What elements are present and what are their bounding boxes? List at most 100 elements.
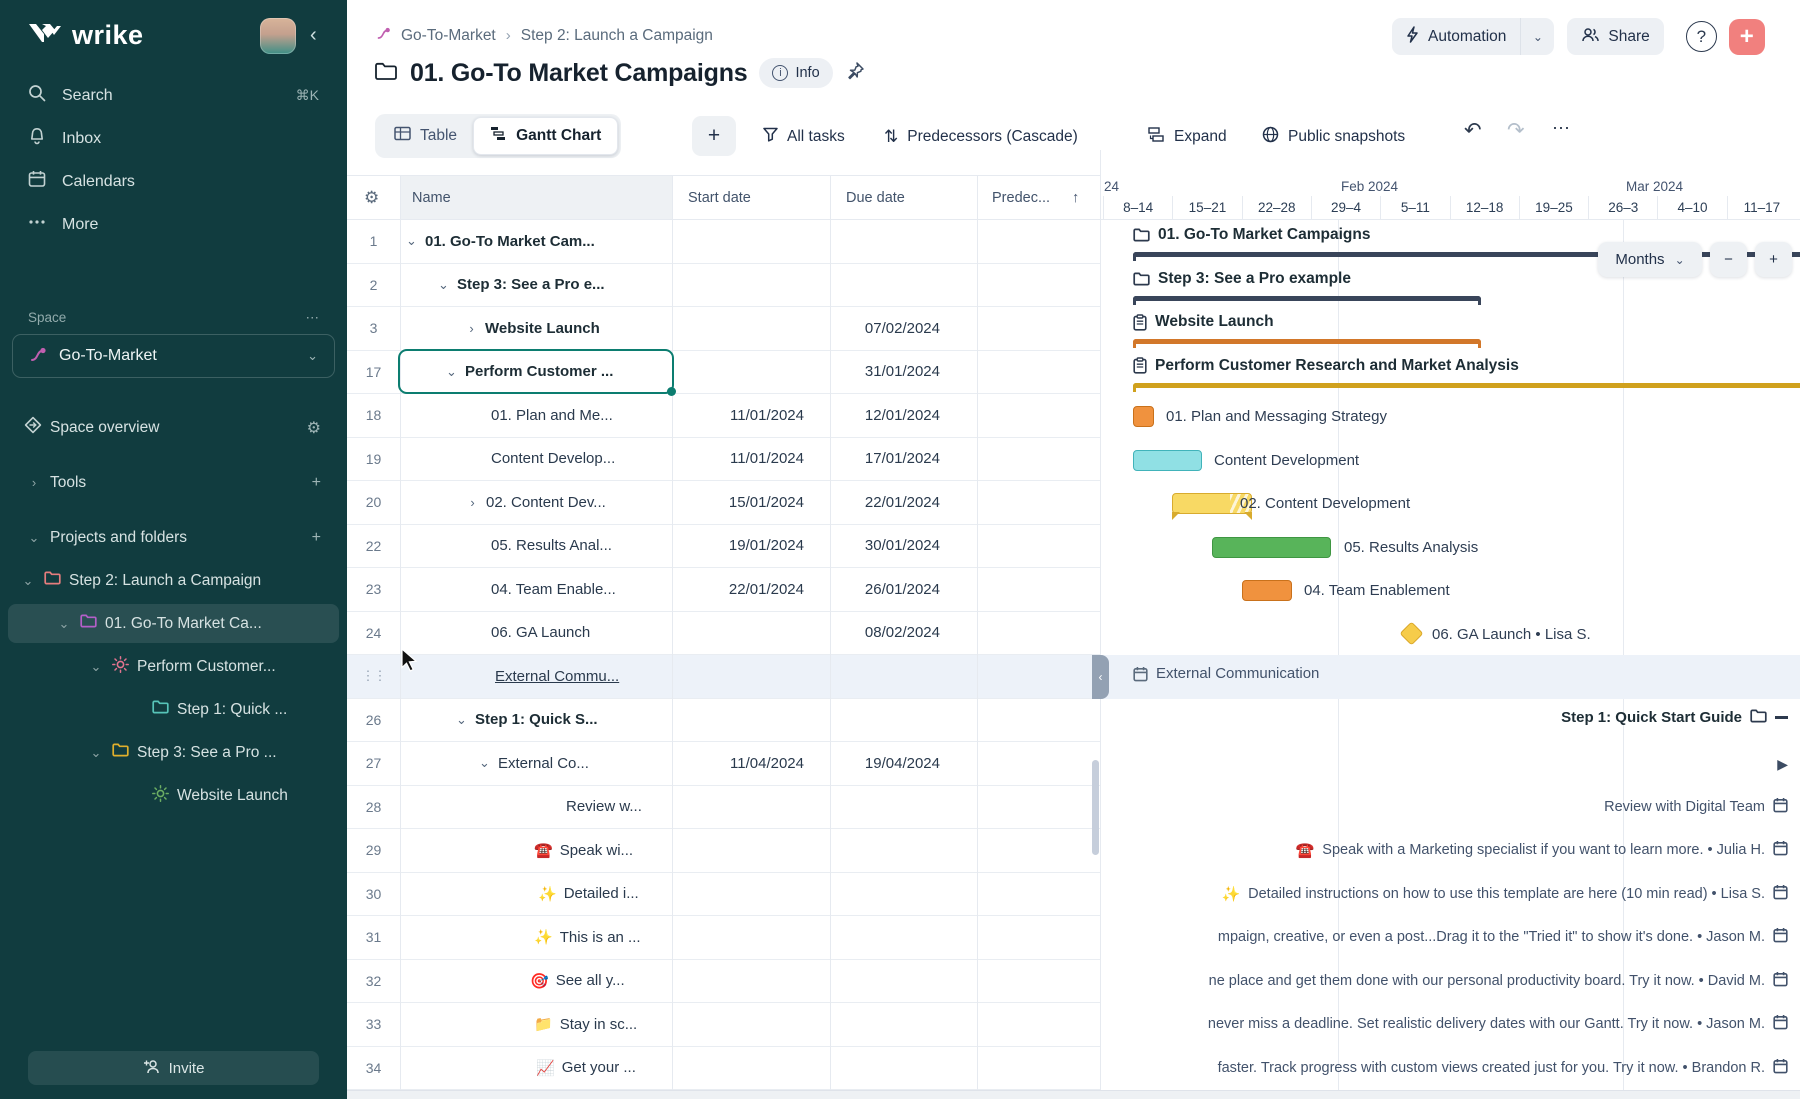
- table-row[interactable]: ⋮⋮External Commu...: [347, 655, 1100, 699]
- due-date-cell[interactable]: [830, 829, 977, 872]
- due-date-cell[interactable]: 30/01/2024: [830, 525, 977, 568]
- sidebar-collapse-icon[interactable]: ‹: [310, 24, 317, 47]
- tab-table[interactable]: Table: [378, 117, 473, 155]
- sidebar-item-step-1-quick[interactable]: Step 1: Quick ...: [0, 688, 347, 731]
- sidebar-item-search[interactable]: Search⌘K: [0, 74, 347, 117]
- breadcrumb-project[interactable]: Step 2: Launch a Campaign: [521, 27, 713, 45]
- zoom-out-button[interactable]: −: [1710, 242, 1747, 277]
- table-row[interactable]: 31✨This is an ...: [347, 916, 1100, 960]
- due-date-cell[interactable]: [830, 220, 977, 263]
- task-name-cell[interactable]: Review w...: [400, 786, 672, 829]
- table-row[interactable]: 28Review w...: [347, 786, 1100, 830]
- task-name-cell[interactable]: 🎯See all y...: [400, 960, 672, 1003]
- table-row[interactable]: 20›02. Content Dev...15/01/202422/01/202…: [347, 481, 1100, 525]
- offscreen-bar-indicator[interactable]: ▶: [1777, 756, 1788, 773]
- gantt-task-bar[interactable]: [1133, 406, 1154, 427]
- start-date-cell[interactable]: [672, 916, 830, 959]
- table-row[interactable]: 32🎯See all y...: [347, 960, 1100, 1004]
- expand-button[interactable]: Expand: [1148, 124, 1227, 150]
- task-name-cell[interactable]: 01. Plan and Me...: [400, 394, 672, 437]
- table-row[interactable]: 34📈Get your ...: [347, 1047, 1100, 1091]
- filter-button[interactable]: All tasks: [763, 124, 845, 150]
- task-name-cell[interactable]: ›02. Content Dev...: [400, 481, 672, 524]
- table-row[interactable]: 1801. Plan and Me...11/01/202412/01/2024: [347, 394, 1100, 438]
- drag-handle-icon[interactable]: ⋮⋮: [347, 655, 400, 698]
- task-name-cell[interactable]: ›Website Launch: [400, 307, 672, 350]
- grid-settings-icon[interactable]: ⚙: [364, 176, 379, 219]
- table-row[interactable]: 2406. GA Launch08/02/2024: [347, 612, 1100, 656]
- start-date-cell[interactable]: [672, 1047, 830, 1090]
- panel-splitter[interactable]: ‹: [1092, 655, 1109, 699]
- due-date-cell[interactable]: 08/02/2024: [830, 612, 977, 655]
- sidebar-item-step-2-launch-a-campaign[interactable]: ⌄Step 2: Launch a Campaign: [0, 559, 347, 602]
- undo-button[interactable]: ↶: [1464, 118, 1482, 143]
- due-date-cell[interactable]: 17/01/2024: [830, 438, 977, 481]
- info-button[interactable]: iInfo: [759, 58, 832, 88]
- chevron-down-icon[interactable]: ⌄: [405, 233, 418, 249]
- task-name-cell[interactable]: 05. Results Anal...: [400, 525, 672, 568]
- chevron-right-icon[interactable]: ›: [465, 321, 478, 336]
- gantt-milestone[interactable]: [1399, 621, 1423, 645]
- sort-direction-icon[interactable]: ↑: [1072, 176, 1079, 219]
- table-scrollbar[interactable]: [1092, 760, 1099, 855]
- start-date-cell[interactable]: 11/01/2024: [672, 394, 830, 437]
- create-button[interactable]: +: [1729, 19, 1765, 55]
- start-date-cell[interactable]: [672, 307, 830, 350]
- sidebar-item-space-overview[interactable]: Space overview⚙: [0, 406, 347, 449]
- redo-button[interactable]: ↷: [1507, 118, 1525, 143]
- sidebar-item-01-go-to-market-ca[interactable]: ⌄01. Go-To Market Ca...: [0, 602, 347, 645]
- table-row[interactable]: 2205. Results Anal...19/01/202430/01/202…: [347, 525, 1100, 569]
- gantt-task-bar[interactable]: [1133, 450, 1202, 471]
- gantt-task-bar[interactable]: [1212, 537, 1331, 558]
- due-date-cell[interactable]: [830, 699, 977, 742]
- start-date-cell[interactable]: [672, 699, 830, 742]
- due-date-cell[interactable]: [830, 1003, 977, 1046]
- add-view-button[interactable]: +: [692, 116, 736, 156]
- task-name-cell[interactable]: External Commu...: [400, 655, 672, 698]
- due-date-cell[interactable]: 31/01/2024: [830, 351, 977, 394]
- sidebar-item-tools[interactable]: ›Tools+: [0, 461, 347, 504]
- invite-button[interactable]: Invite: [28, 1051, 319, 1085]
- due-date-cell[interactable]: [830, 916, 977, 959]
- horizontal-scrollbar[interactable]: [347, 1090, 1800, 1099]
- table-row[interactable]: 30✨Detailed i...: [347, 873, 1100, 917]
- start-date-cell[interactable]: [672, 264, 830, 307]
- breadcrumb-space[interactable]: Go-To-Market: [401, 27, 496, 45]
- gantt-summary-bar[interactable]: [1133, 383, 1800, 392]
- start-date-cell[interactable]: [672, 829, 830, 872]
- start-date-cell[interactable]: [672, 220, 830, 263]
- task-name-cell[interactable]: ⌄Step 3: See a Pro e...: [400, 264, 672, 307]
- start-date-cell[interactable]: 15/01/2024: [672, 481, 830, 524]
- table-row[interactable]: 2304. Team Enable...22/01/202426/01/2024: [347, 568, 1100, 612]
- share-button[interactable]: Share: [1567, 18, 1663, 55]
- start-date-cell[interactable]: 11/04/2024: [672, 742, 830, 785]
- table-row[interactable]: 33📁Stay in sc...: [347, 1003, 1100, 1047]
- gear-icon[interactable]: ⚙: [307, 418, 321, 438]
- due-date-cell[interactable]: [830, 1047, 977, 1090]
- sidebar-item-projects-and-folders[interactable]: ⌄Projects and folders+: [0, 516, 347, 559]
- task-name-cell[interactable]: 06. GA Launch: [400, 612, 672, 655]
- start-date-cell[interactable]: [672, 612, 830, 655]
- task-name-cell[interactable]: 04. Team Enable...: [400, 568, 672, 611]
- column-header-due[interactable]: Due date: [846, 176, 905, 219]
- start-date-cell[interactable]: [672, 786, 830, 829]
- add-icon[interactable]: +: [312, 474, 321, 492]
- task-name-cell[interactable]: ⌄Perform Customer ...: [400, 351, 672, 394]
- automation-dropdown[interactable]: ⌄: [1520, 18, 1554, 55]
- table-row[interactable]: 27⌄External Co...11/04/202419/04/2024: [347, 742, 1100, 786]
- avatar[interactable]: [260, 18, 296, 54]
- column-header-predecessors[interactable]: Predec...: [992, 176, 1050, 219]
- task-name-cell[interactable]: 📈Get your ...: [400, 1047, 672, 1090]
- pin-icon[interactable]: [845, 61, 865, 86]
- chevron-right-icon[interactable]: ›: [466, 495, 479, 510]
- due-date-cell[interactable]: [830, 960, 977, 1003]
- start-date-cell[interactable]: [672, 873, 830, 916]
- table-row[interactable]: 17⌄Perform Customer ...31/01/2024: [347, 351, 1100, 395]
- start-date-cell[interactable]: [672, 351, 830, 394]
- sidebar-item-more[interactable]: More: [0, 203, 347, 246]
- space-selector[interactable]: Go-To-Market ⌄: [12, 334, 335, 378]
- sidebar-item-calendars[interactable]: Calendars: [0, 160, 347, 203]
- task-name-cell[interactable]: ✨This is an ...: [400, 916, 672, 959]
- start-date-cell[interactable]: 22/01/2024: [672, 568, 830, 611]
- table-row[interactable]: 3›Website Launch07/02/2024: [347, 307, 1100, 351]
